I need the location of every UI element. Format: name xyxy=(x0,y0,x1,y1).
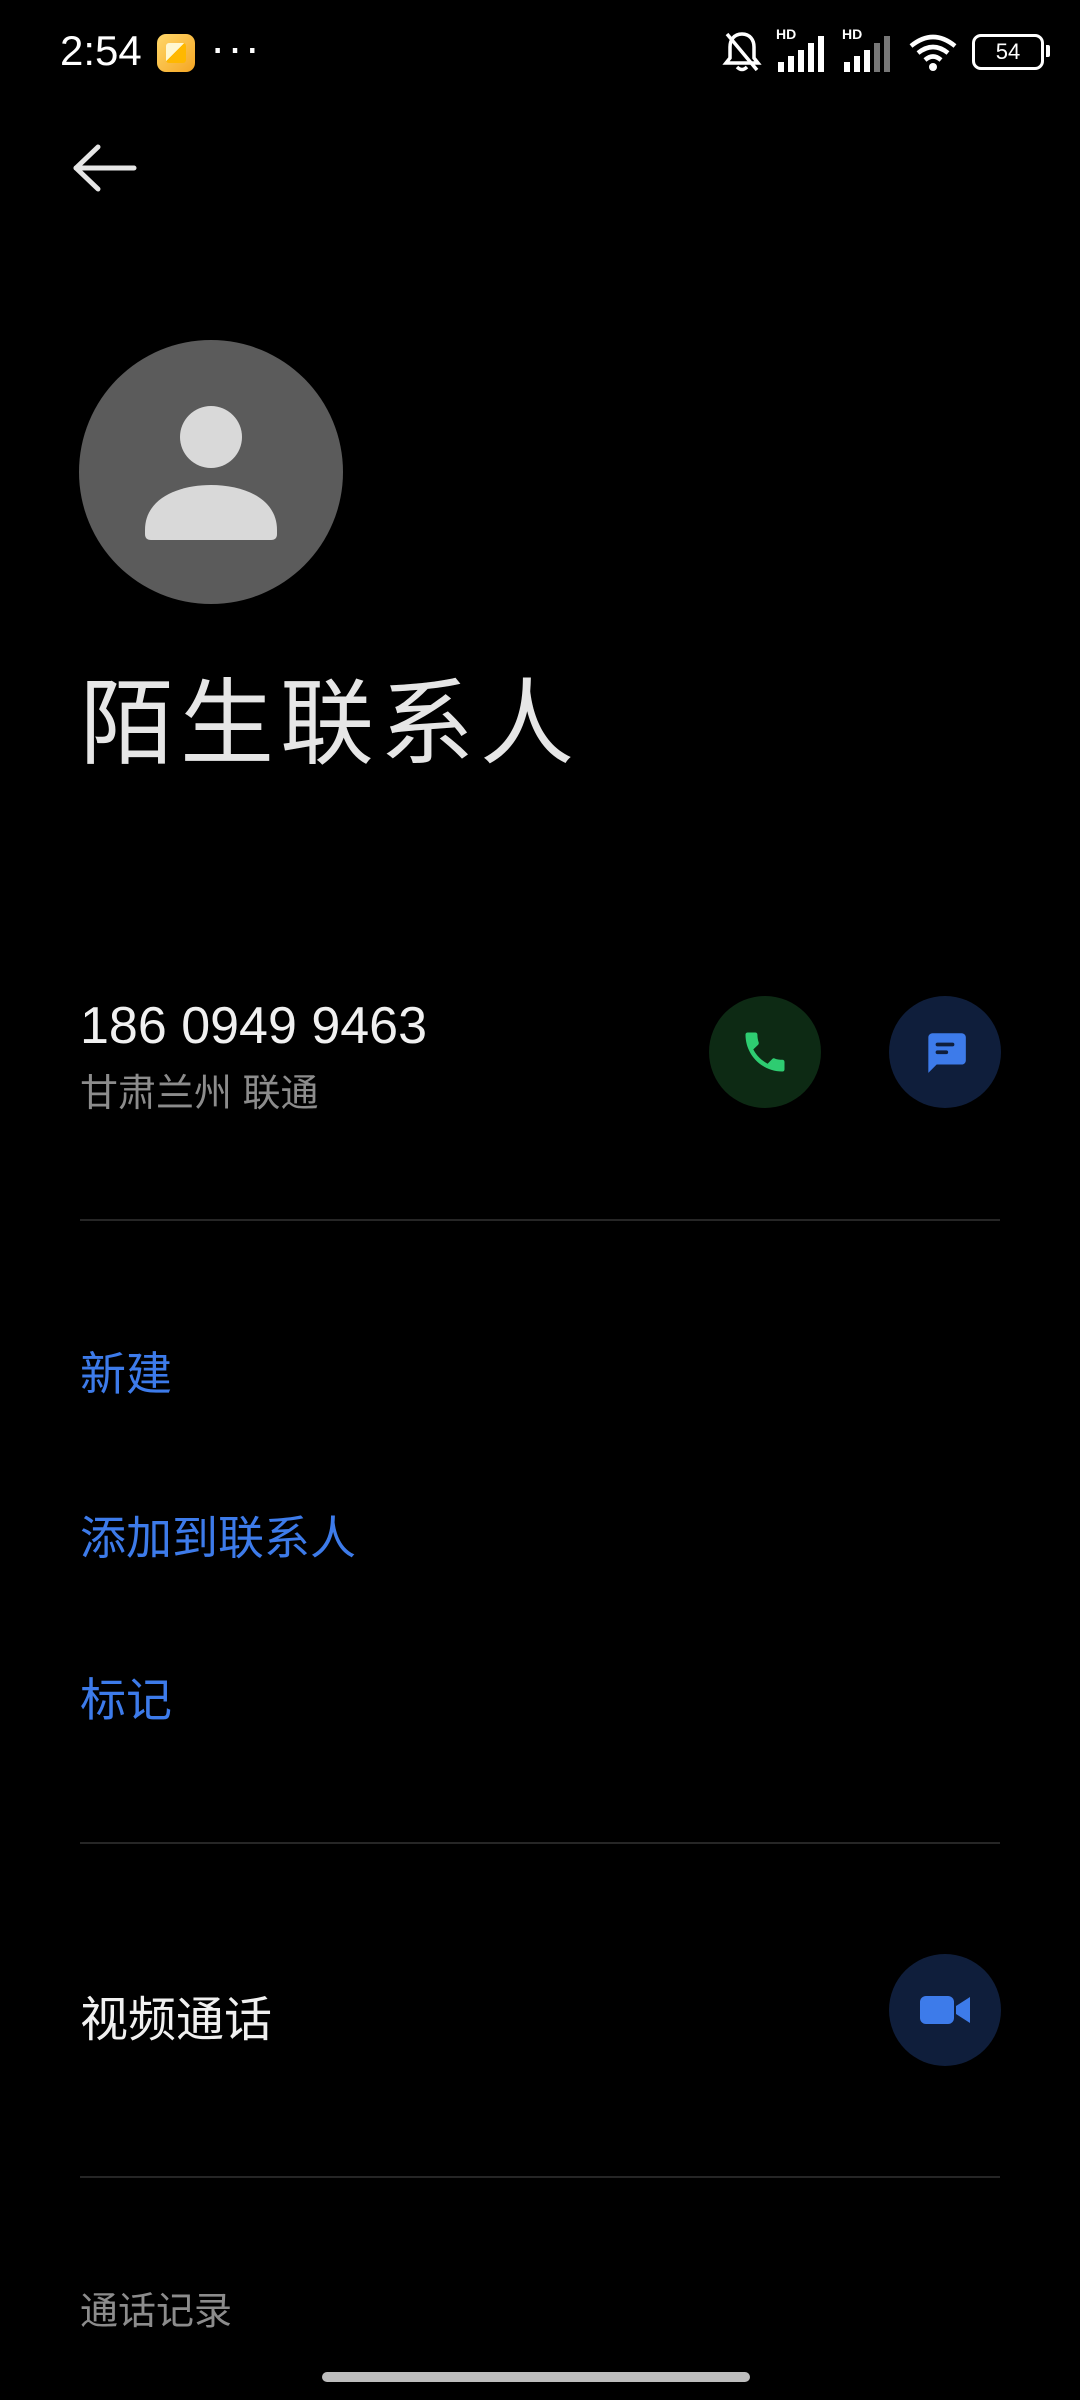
person-icon xyxy=(145,406,277,540)
contact-name: 陌生联系人 xyxy=(80,671,581,776)
home-indicator[interactable] xyxy=(322,2372,750,2382)
more-notifications-icon: ··· xyxy=(210,21,262,73)
bell-off-icon xyxy=(722,32,762,72)
mark-button[interactable]: 标记 xyxy=(80,1664,172,1730)
phone-icon xyxy=(745,1032,785,1072)
video-camera-icon xyxy=(920,1996,970,2024)
status-time: 2:54 xyxy=(60,27,142,74)
divider xyxy=(80,2176,1000,2178)
signal-2-icon: HD xyxy=(842,26,894,74)
video-call-button[interactable] xyxy=(889,1954,1001,2066)
avatar xyxy=(79,340,343,604)
divider xyxy=(80,1219,1000,1221)
call-button[interactable] xyxy=(709,996,821,1108)
arrow-left-icon xyxy=(73,144,137,192)
status-icons: HD HD 54 xyxy=(722,26,1050,76)
wifi-icon xyxy=(909,34,957,71)
signal-1-icon: HD xyxy=(776,26,828,74)
video-call-label: 视频通话 xyxy=(80,1994,273,2047)
phone-number[interactable]: 186 0949 9463 xyxy=(80,996,427,1056)
message-icon xyxy=(928,1033,966,1073)
add-to-contacts-button[interactable]: 添加到联系人 xyxy=(80,1502,356,1568)
divider xyxy=(80,1842,1000,1844)
phone-location: 甘肃兰州 联通 xyxy=(80,1073,319,1115)
battery-icon: 54 xyxy=(972,34,1050,70)
new-contact-button[interactable]: 新建 xyxy=(80,1338,172,1404)
call-history-label: 通话记录 xyxy=(80,2291,233,2333)
back-button[interactable] xyxy=(72,128,152,208)
gallery-app-icon xyxy=(157,34,195,72)
message-button[interactable] xyxy=(889,996,1001,1108)
